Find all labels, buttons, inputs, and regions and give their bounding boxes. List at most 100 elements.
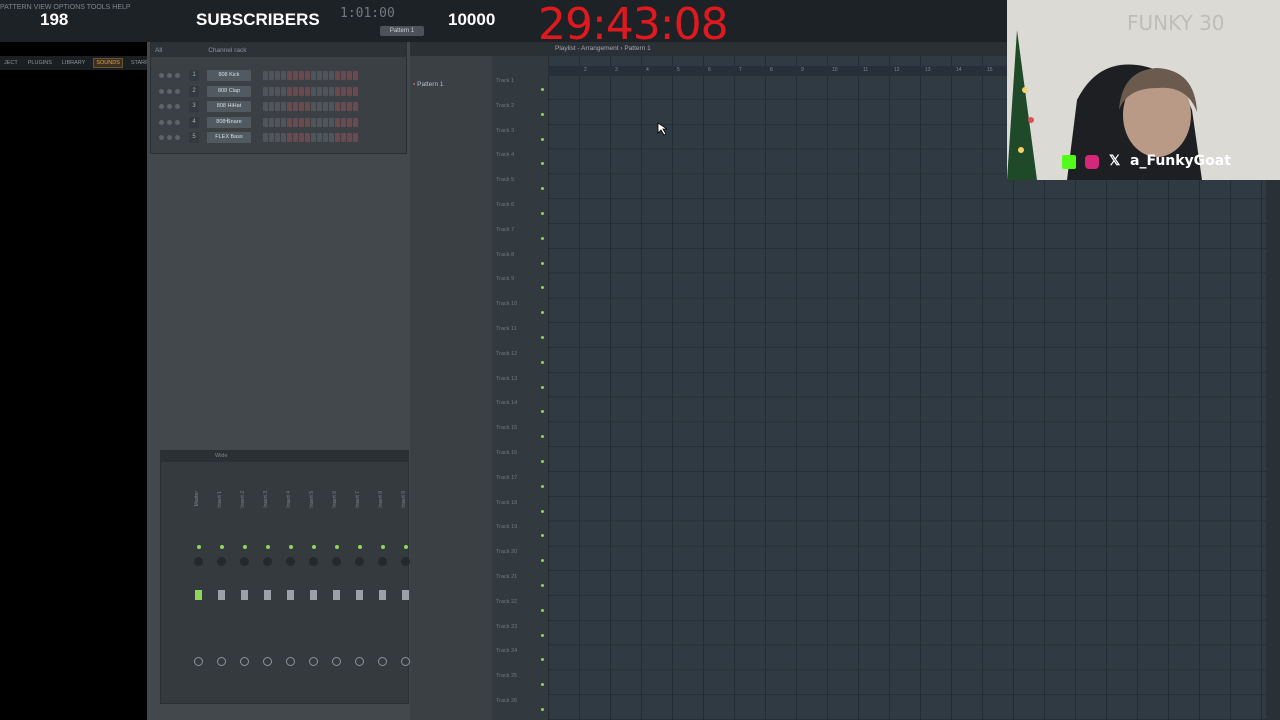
step-button[interactable]	[311, 133, 316, 142]
step-button[interactable]	[323, 86, 328, 96]
pattern-list-item[interactable]: ▪ Pattern 1	[413, 81, 444, 88]
step-button[interactable]	[323, 71, 328, 80]
step-button[interactable]	[317, 133, 322, 142]
pan-knob[interactable]	[355, 557, 364, 566]
step-button[interactable]	[347, 102, 352, 111]
track-mute-led[interactable]	[541, 236, 544, 240]
mixer-route-button[interactable]	[401, 657, 410, 666]
track-mute-led[interactable]	[541, 460, 544, 463]
mixer-route-button[interactable]	[309, 657, 318, 666]
channel-name-button[interactable]: 808 Clap	[207, 85, 251, 97]
step-sequencer[interactable]	[263, 71, 358, 80]
track-header[interactable]: Track 20	[496, 549, 544, 555]
track-mute-led[interactable]	[541, 187, 544, 191]
track-mute-led[interactable]	[541, 88, 544, 91]
track-header[interactable]: Track 26	[496, 698, 544, 704]
step-button[interactable]	[305, 133, 310, 142]
pan-knob[interactable]	[263, 557, 272, 566]
track-mute-led[interactable]	[541, 658, 544, 662]
mixer-led[interactable]	[289, 545, 293, 549]
track-header[interactable]: Track 12	[496, 351, 544, 357]
step-button[interactable]	[263, 71, 268, 80]
pan-knob[interactable]	[401, 557, 410, 566]
track-mute-led[interactable]	[541, 311, 544, 315]
step-button[interactable]	[305, 71, 310, 80]
step-button[interactable]	[299, 133, 304, 142]
track-header[interactable]: Track 5	[496, 177, 544, 183]
channel-knob[interactable]	[175, 135, 180, 140]
mixer-route-button[interactable]	[194, 657, 203, 666]
channel-knob[interactable]	[159, 119, 164, 125]
step-button[interactable]	[335, 71, 340, 80]
step-button[interactable]	[275, 133, 280, 142]
track-header[interactable]: Track 10	[496, 301, 544, 307]
step-button[interactable]	[293, 102, 298, 111]
step-button[interactable]	[281, 117, 286, 127]
channel-knob[interactable]	[167, 104, 172, 109]
track-mute-led[interactable]	[541, 683, 544, 687]
step-button[interactable]	[281, 71, 286, 80]
pattern-selector[interactable]: Pattern 1	[380, 26, 424, 36]
track-mute-led[interactable]	[541, 212, 544, 215]
step-button[interactable]	[323, 117, 328, 127]
step-button[interactable]	[335, 86, 340, 96]
channel-name-button[interactable]: 808 HiHat	[207, 101, 251, 112]
track-header[interactable]: Track 9	[496, 276, 544, 282]
step-button[interactable]	[281, 86, 286, 96]
step-button[interactable]	[347, 86, 352, 96]
step-button[interactable]	[299, 117, 304, 127]
step-button[interactable]	[305, 102, 310, 111]
step-button[interactable]	[293, 86, 298, 96]
track-mute-led[interactable]	[541, 286, 544, 290]
mixer-insert-strip[interactable]: Insert 3	[258, 465, 278, 699]
step-button[interactable]	[287, 102, 292, 111]
mixer-led[interactable]	[381, 545, 385, 549]
step-button[interactable]	[341, 117, 346, 127]
track-header[interactable]: Track 21	[496, 574, 544, 580]
step-button[interactable]	[275, 86, 280, 96]
step-button[interactable]	[287, 117, 292, 127]
volume-fader[interactable]	[356, 590, 363, 600]
track-mute-led[interactable]	[541, 410, 544, 414]
channel-row[interactable]: 3 808 HiHat	[155, 100, 403, 113]
track-mute-led[interactable]	[541, 385, 544, 389]
channel-knob[interactable]	[167, 135, 172, 140]
step-button[interactable]	[353, 71, 358, 80]
channel-knob[interactable]	[175, 104, 180, 109]
track-mute-led[interactable]	[541, 435, 544, 439]
channel-knob[interactable]	[159, 88, 164, 94]
volume-fader[interactable]	[310, 590, 317, 600]
step-button[interactable]	[293, 117, 298, 127]
mixer-led[interactable]	[243, 545, 247, 549]
channel-row[interactable]: 5 FLEX Bass	[155, 131, 403, 144]
track-header[interactable]: Track 16	[496, 450, 544, 456]
step-button[interactable]	[287, 133, 292, 142]
channel-number[interactable]: 3	[189, 101, 199, 112]
step-button[interactable]	[275, 102, 280, 111]
step-button[interactable]	[269, 117, 274, 127]
step-button[interactable]	[335, 133, 340, 142]
track-header[interactable]: Track 1	[496, 78, 544, 84]
channel-name-button[interactable]: FLEX Bass	[207, 132, 251, 143]
track-header[interactable]: Track 14	[496, 400, 544, 406]
step-button[interactable]	[329, 133, 334, 142]
track-header[interactable]: Track 8	[496, 252, 544, 258]
step-button[interactable]	[281, 102, 286, 111]
step-sequencer[interactable]	[263, 117, 358, 127]
channel-name-button[interactable]: 808 Kick	[207, 70, 251, 81]
step-button[interactable]	[329, 117, 334, 127]
track-header[interactable]: Track 11	[496, 326, 544, 332]
step-button[interactable]	[323, 102, 328, 111]
track-header[interactable]: Track 25	[496, 673, 544, 679]
track-mute-led[interactable]	[541, 509, 544, 513]
mixer-master-strip[interactable]: Master	[189, 465, 209, 699]
track-header[interactable]: Track 18	[496, 500, 544, 506]
mixer-led[interactable]	[312, 545, 316, 549]
volume-fader[interactable]	[195, 590, 202, 600]
mixer-insert-strip[interactable]: Insert 6	[327, 465, 347, 699]
step-button[interactable]	[287, 71, 292, 80]
step-button[interactable]	[263, 133, 268, 142]
mixer-insert-strip[interactable]: Insert 5	[304, 465, 324, 699]
channel-knob[interactable]	[175, 88, 180, 94]
step-button[interactable]	[329, 71, 334, 80]
